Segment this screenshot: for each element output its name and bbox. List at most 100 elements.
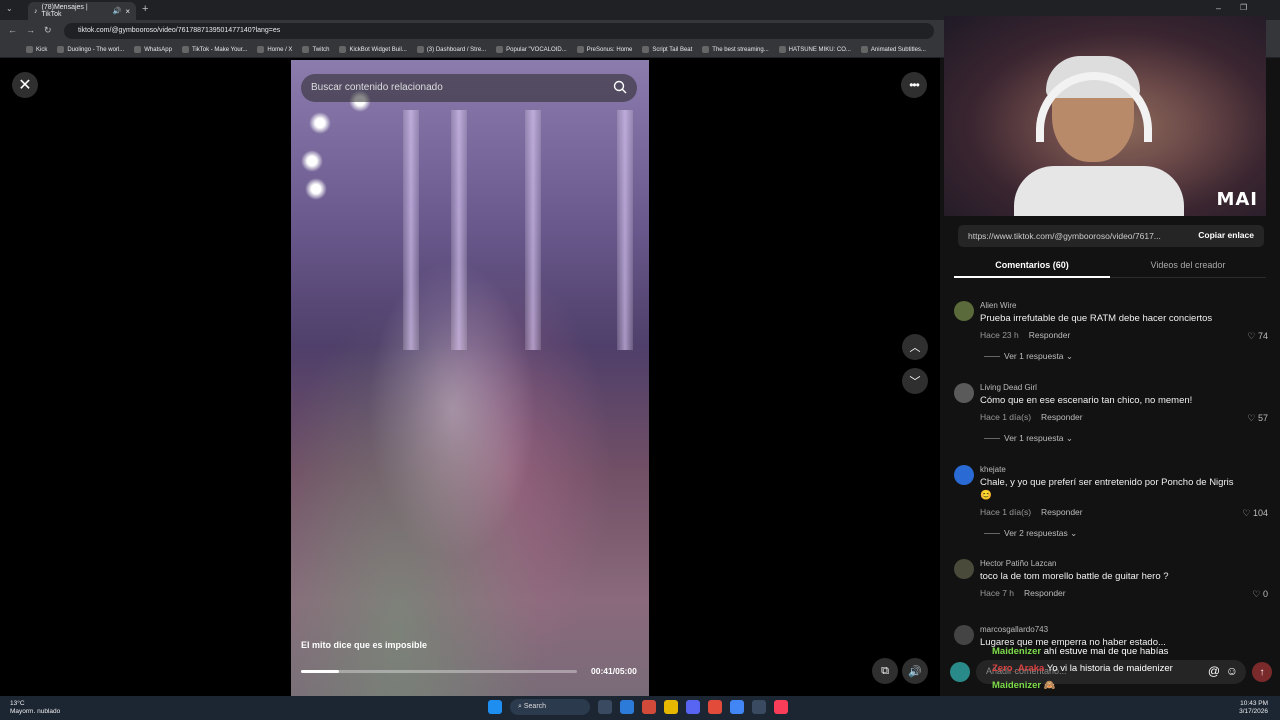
- taskbar-clock[interactable]: 10:43 PM 3/17/2026: [1239, 700, 1268, 716]
- reply-button[interactable]: Responder: [1041, 412, 1083, 422]
- bookmark-favicon-icon: [57, 46, 65, 53]
- comment-time: Hace 1 día(s): [980, 412, 1032, 422]
- app-icon[interactable]: [642, 700, 656, 714]
- chat-message: Maidenizer 🙈: [992, 680, 1056, 691]
- bookmark-item[interactable]: Duolingo - The worl...: [57, 46, 124, 53]
- view-replies[interactable]: Ver 1 respuesta ⌄: [984, 433, 1073, 444]
- discord-icon[interactable]: [686, 700, 700, 714]
- comment-user[interactable]: khejate: [980, 465, 1006, 474]
- back-arrow-icon[interactable]: ←: [8, 25, 17, 35]
- comment-meta: Hace 7 h Responder: [980, 588, 1066, 598]
- send-button[interactable]: ↑: [1252, 662, 1272, 682]
- reply-button[interactable]: Responder: [1041, 507, 1083, 517]
- pip-button[interactable]: ⧉: [872, 658, 898, 684]
- avatar[interactable]: [954, 559, 974, 579]
- taskbar-search[interactable]: ⌕ Search: [510, 699, 590, 715]
- chat-text: 🙈: [1043, 680, 1056, 691]
- bookmark-item[interactable]: KickBot Widget Buil...: [339, 46, 407, 53]
- stage-light: [305, 178, 327, 200]
- bookmark-item[interactable]: HATSUNE MIKU: CO...: [778, 46, 851, 53]
- search-icon[interactable]: [613, 80, 627, 94]
- weather-widget[interactable]: 13°C Mayorm. nublado: [10, 700, 60, 716]
- comment-like-count: 57: [1257, 413, 1268, 423]
- webcam-overlay: MAI: [944, 16, 1266, 216]
- temperature: 13°C: [10, 700, 25, 707]
- bookmark-favicon-icon: [642, 46, 650, 53]
- comment-user[interactable]: Living Dead Girl: [980, 383, 1037, 392]
- bookmark-item[interactable]: Popular "VOCALOID...: [496, 46, 567, 53]
- bookmark-item[interactable]: TikTok - Make Your...: [181, 46, 248, 53]
- chatgpt-icon[interactable]: [752, 700, 766, 714]
- reply-button[interactable]: Responder: [1024, 588, 1066, 598]
- comment-user[interactable]: Hector Patiño Lazcan: [980, 559, 1057, 568]
- view-replies[interactable]: Ver 2 respuestas ⌄: [984, 528, 1077, 539]
- chat-user: Maidenizer: [992, 646, 1042, 657]
- comment-like-count: 74: [1257, 331, 1268, 341]
- file-explorer-icon[interactable]: [664, 700, 678, 714]
- comment-time: Hace 1 día(s): [980, 507, 1032, 517]
- bookmark-item[interactable]: (3) Dashboard / Stre...: [416, 46, 486, 53]
- mention-icon[interactable]: @: [1208, 664, 1220, 678]
- url-field[interactable]: tiktok.com/@gymbooroso/video/76178871395…: [64, 23, 934, 39]
- share-link[interactable]: https://www.tiktok.com/@gymbooroso/video…: [968, 231, 1161, 241]
- avatar[interactable]: [954, 465, 974, 485]
- bookmark-item[interactable]: PreSonus: Home: [576, 46, 632, 53]
- bookmark-item[interactable]: WhatsApp: [134, 46, 172, 53]
- tab-comments[interactable]: Comentarios (60): [954, 256, 1110, 278]
- avatar: [950, 662, 970, 682]
- bookmark-label: Popular "VOCALOID...: [506, 46, 567, 53]
- tab-creator-videos[interactable]: Videos del creador: [1110, 256, 1266, 270]
- video-progress-bar[interactable]: [301, 670, 577, 673]
- bookmark-item[interactable]: Kick: [26, 46, 47, 53]
- tab-search-icon[interactable]: ⌄: [6, 4, 13, 13]
- comment-likes[interactable]: ♡ 104: [1242, 508, 1268, 519]
- avatar[interactable]: [954, 383, 974, 403]
- comment-text: Chale, y yo que preferí ser entretenido …: [980, 477, 1234, 501]
- comment-meta: Hace 1 día(s) Responder: [980, 507, 1083, 517]
- stream-logo: MAI: [1216, 189, 1258, 210]
- minimize-button[interactable]: –: [1216, 3, 1221, 13]
- maximize-button[interactable]: ❐: [1240, 3, 1247, 12]
- avatar[interactable]: [954, 625, 974, 645]
- chevron-up-icon: ︿: [909, 342, 921, 354]
- bookmark-item[interactable]: Home / X: [257, 46, 292, 53]
- new-tab-button[interactable]: +: [142, 3, 148, 15]
- view-replies[interactable]: Ver 1 respuesta ⌄: [984, 351, 1073, 362]
- bookmark-favicon-icon: [702, 46, 710, 53]
- avatar[interactable]: [954, 301, 974, 321]
- next-video-button[interactable]: ﹀: [902, 368, 928, 394]
- store-icon[interactable]: [620, 700, 634, 714]
- reload-icon[interactable]: ↻: [44, 25, 52, 36]
- chat-user: Maidenizer: [992, 680, 1042, 691]
- more-options-button[interactable]: •••: [901, 72, 927, 98]
- comment-likes[interactable]: ♡ 0: [1252, 589, 1268, 600]
- tab-close-icon[interactable]: ×: [125, 7, 130, 16]
- chrome-icon[interactable]: [730, 700, 744, 714]
- task-view-icon[interactable]: [598, 700, 612, 714]
- music-icon[interactable]: [774, 700, 788, 714]
- comment-user[interactable]: marcosgallardo743: [980, 625, 1048, 634]
- close-button[interactable]: ✕: [12, 72, 38, 98]
- related-search-input[interactable]: Buscar contenido relacionado: [301, 74, 637, 102]
- video-player[interactable]: Buscar contenido relacionado El mito dic…: [291, 60, 649, 696]
- obs-icon[interactable]: [708, 700, 722, 714]
- bookmark-item[interactable]: Twitch: [302, 46, 329, 53]
- emoji-icon[interactable]: ☺: [1226, 664, 1238, 678]
- bookmark-label: TikTok - Make Your...: [191, 46, 248, 53]
- bookmark-item[interactable]: The best streaming...: [702, 46, 769, 53]
- bookmark-item[interactable]: Script Tail Beat: [642, 46, 692, 53]
- volume-button[interactable]: 🔊: [902, 658, 928, 684]
- audio-icon[interactable]: 🔊: [113, 7, 122, 15]
- copy-link-button[interactable]: Copiar enlace: [1198, 230, 1254, 240]
- previous-video-button[interactable]: ︿: [902, 334, 928, 360]
- reply-button[interactable]: Responder: [1029, 330, 1071, 340]
- browser-tab[interactable]: ♪ (78)Mensajes | TikTok 🔊 ×: [28, 2, 136, 20]
- comment-time: Hace 23 h: [980, 330, 1019, 340]
- taskbar-search-label: Search: [523, 703, 547, 710]
- forward-arrow-icon[interactable]: →: [26, 25, 35, 35]
- comment-likes[interactable]: ♡ 57: [1247, 413, 1268, 424]
- comment-user[interactable]: Alien Wire: [980, 301, 1016, 310]
- bookmark-item[interactable]: Animated Subtitles...: [860, 46, 926, 53]
- start-icon[interactable]: [488, 700, 502, 714]
- comment-likes[interactable]: ♡ 74: [1247, 331, 1268, 342]
